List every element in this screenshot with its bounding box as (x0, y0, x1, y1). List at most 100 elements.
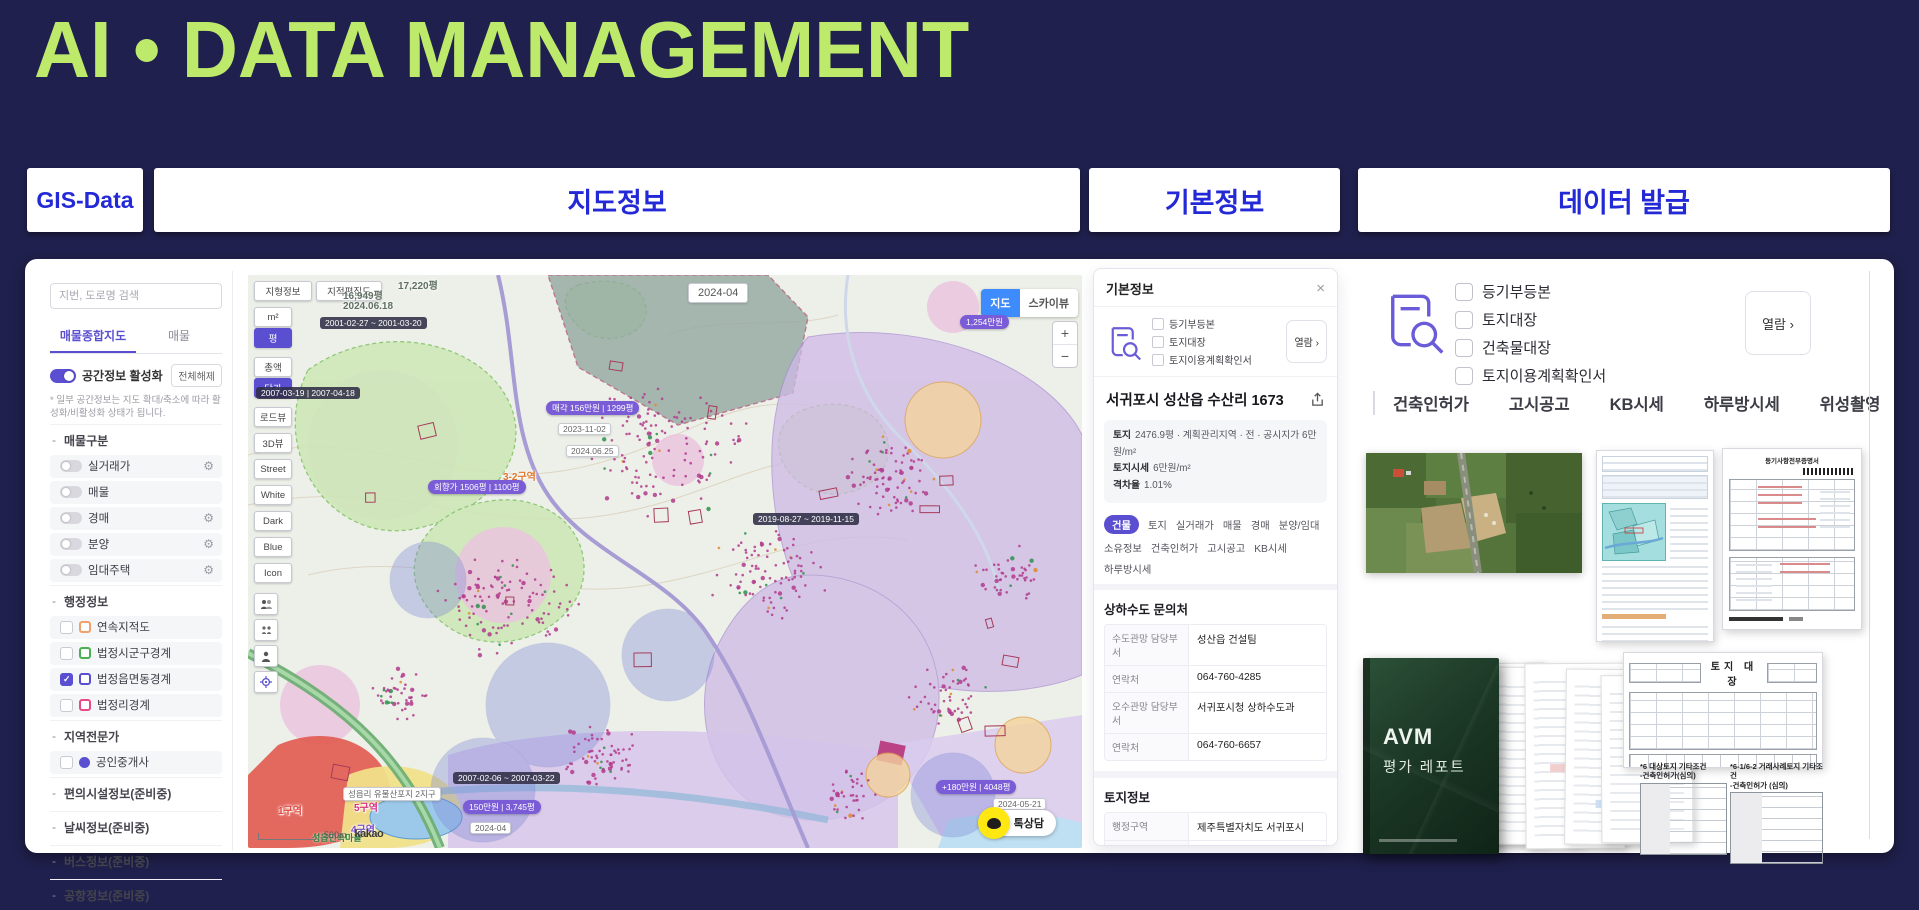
checkbox[interactable] (1152, 353, 1164, 366)
icon-style-button[interactable]: Icon (254, 563, 292, 583)
tab-harubang-price[interactable]: 하루방시세 (1104, 561, 1151, 576)
checkbox[interactable] (1455, 310, 1473, 329)
sigungu-checkbox[interactable] (60, 646, 73, 660)
dark-style-button[interactable]: Dark (254, 511, 292, 531)
gear-icon[interactable]: ⚙ (203, 511, 214, 525)
share-icon[interactable] (1310, 392, 1325, 407)
issue-check-building-ledger[interactable]: 건축물대장 (1455, 337, 1606, 358)
skyview-button[interactable]: 스카이뷰 (1019, 289, 1078, 317)
checkbox[interactable] (1455, 338, 1473, 357)
rental-toggle[interactable] (60, 564, 82, 577)
sidebar-section-admin[interactable]: - 행정정보 (50, 584, 222, 616)
chk-row-eupmyeondong[interactable]: 법정읍면동경계 (50, 667, 222, 691)
tab-building-permit[interactable]: 건축인허가 (1151, 540, 1198, 555)
tab-building-permit[interactable]: 건축인허가 (1393, 391, 1469, 415)
unit-pyeong-button[interactable]: 평 (254, 328, 292, 348)
sidebar-section-product[interactable]: - 매물구분 (50, 423, 222, 455)
sidebar-section-airport[interactable]: - 공항정보(준비중) (50, 878, 222, 910)
zoom-in-button[interactable]: + (1053, 322, 1077, 345)
terrain-info-button[interactable]: 지형정보 (254, 281, 312, 301)
tab-building[interactable]: 건물 (1104, 514, 1139, 534)
sidebar-section-weather[interactable]: - 날씨정보(준비중) (50, 810, 222, 842)
tab-notice[interactable]: 고시공고 (1207, 540, 1245, 555)
real-price-toggle[interactable] (60, 460, 82, 473)
table-row: 연락처 064-760-6657 (1105, 733, 1326, 760)
cadastral-checkbox[interactable] (60, 620, 73, 634)
map-label: 회향가 1506평 | 1100평 (428, 480, 526, 494)
issue-check-registry[interactable]: 등기부등본 (1455, 281, 1606, 302)
gear-icon[interactable]: ⚙ (203, 563, 214, 577)
map-area[interactable]: 지형정보 지적편집도 m² 평 총액 단가 로드뷰 3D뷰 Street Whi… (248, 275, 1082, 848)
tab-kb-price[interactable]: KB시세 (1610, 391, 1664, 415)
close-icon[interactable]: × (1316, 281, 1325, 296)
tab-ownership[interactable]: 소유정보 (1104, 540, 1142, 555)
spatial-info-label: 공간정보 활성화 (82, 369, 163, 383)
gear-icon[interactable]: ⚙ (203, 537, 214, 551)
tab-presale-rental[interactable]: 분양/임대 (1279, 517, 1320, 532)
zoom-out-button[interactable]: − (1053, 345, 1077, 367)
tab-harubang-price[interactable]: 하루방시세 (1704, 391, 1780, 415)
unit-m2-button[interactable]: m² (254, 307, 292, 327)
toggle-row-listing[interactable]: 매물 (50, 480, 222, 504)
sidebar-section-convenience[interactable]: - 편의시설정보(준비중) (50, 776, 222, 808)
checkbox[interactable] (1455, 366, 1473, 385)
blue-style-button[interactable]: Blue (254, 537, 292, 557)
issue-check-land-ledger[interactable]: 토지대장 (1455, 309, 1606, 330)
person-layer-button[interactable] (254, 645, 278, 667)
auction-toggle[interactable] (60, 512, 82, 525)
checkbox[interactable] (1455, 282, 1473, 301)
cadastral-legend (79, 621, 91, 634)
tab-kb-price[interactable]: KB시세 (1254, 540, 1287, 555)
sidebar-section-bus[interactable]: - 버스정보(준비중) (50, 844, 222, 876)
ri-checkbox[interactable] (60, 698, 73, 712)
toggle-row-real-price[interactable]: 실거래가 ⚙ (50, 454, 222, 478)
listing-toggle[interactable] (60, 486, 82, 499)
search-input[interactable] (50, 283, 222, 309)
presale-toggle[interactable] (60, 538, 82, 551)
chat-consult-button[interactable]: 톡상담 (977, 807, 1056, 839)
group-layer-button[interactable] (254, 619, 278, 641)
agent-checkbox[interactable] (60, 755, 73, 769)
people-layer-button[interactable] (254, 593, 278, 615)
toggle-row-presale[interactable]: 분양 ⚙ (50, 532, 222, 556)
sidebar-section-expert[interactable]: - 지역전문가 (50, 719, 222, 751)
crosshair-icon (260, 676, 272, 688)
tab-composite-map[interactable]: 매물종합지도 (50, 319, 136, 353)
issue-check-landuse[interactable]: 토지이용계획확인서 (1455, 365, 1606, 386)
tab-auction[interactable]: 경매 (1251, 517, 1270, 532)
tab-real-price[interactable]: 실거래가 (1176, 517, 1214, 532)
table-row: 수도관망 담당부서 성산읍 건설팀 (1105, 624, 1326, 666)
roadview-button[interactable]: 로드뷰 (254, 407, 292, 427)
3dview-button[interactable]: 3D뷰 (254, 433, 292, 453)
view-button[interactable]: 열람 › (1286, 320, 1327, 363)
eupmyeondong-checkbox[interactable] (60, 672, 73, 686)
tab-listings[interactable]: 매물 (136, 319, 222, 353)
gear-icon[interactable]: ⚙ (203, 459, 214, 473)
toggle-row-auction[interactable]: 경매 ⚙ (50, 506, 222, 530)
map-label: 2023-11-02 (558, 423, 611, 435)
checkbox[interactable] (1152, 335, 1164, 348)
chk-row-ri[interactable]: 법정리경계 (50, 693, 222, 717)
issue-view-button[interactable]: 열람 › (1745, 291, 1811, 355)
doc-check-landuse[interactable]: 토지이용계획확인서 (1152, 352, 1278, 367)
checkbox[interactable] (1152, 317, 1164, 330)
map-view-button[interactable]: 지도 (981, 289, 1020, 317)
spatial-info-toggle[interactable] (50, 368, 76, 383)
white-style-button[interactable]: White (254, 485, 292, 505)
doc-check-land-ledger[interactable]: 토지대장 (1152, 334, 1278, 349)
toggle-row-rental[interactable]: 임대주택 ⚙ (50, 558, 222, 582)
tab-listing[interactable]: 매물 (1223, 517, 1242, 532)
chk-row-agent[interactable]: 공인중개사 (50, 750, 222, 774)
header-box-map-info: 지도정보 (154, 168, 1080, 232)
total-price-button[interactable]: 총액 (254, 357, 292, 377)
map-canvas[interactable] (248, 275, 1082, 848)
chk-row-sigungu[interactable]: 법정시군구경계 (50, 641, 222, 665)
street-style-button[interactable]: Street (254, 459, 292, 479)
tab-land[interactable]: 토지 (1148, 517, 1167, 532)
tab-notice[interactable]: 고시공고 (1509, 391, 1570, 415)
chk-row-cadastral[interactable]: 연속지적도 (50, 615, 222, 639)
clear-all-button[interactable]: 전체해제 (171, 364, 222, 387)
doc-check-registry[interactable]: 등기부등본 (1152, 316, 1278, 331)
tab-satellite[interactable]: 위성촬영 (1820, 391, 1881, 415)
locate-button[interactable] (254, 671, 278, 693)
